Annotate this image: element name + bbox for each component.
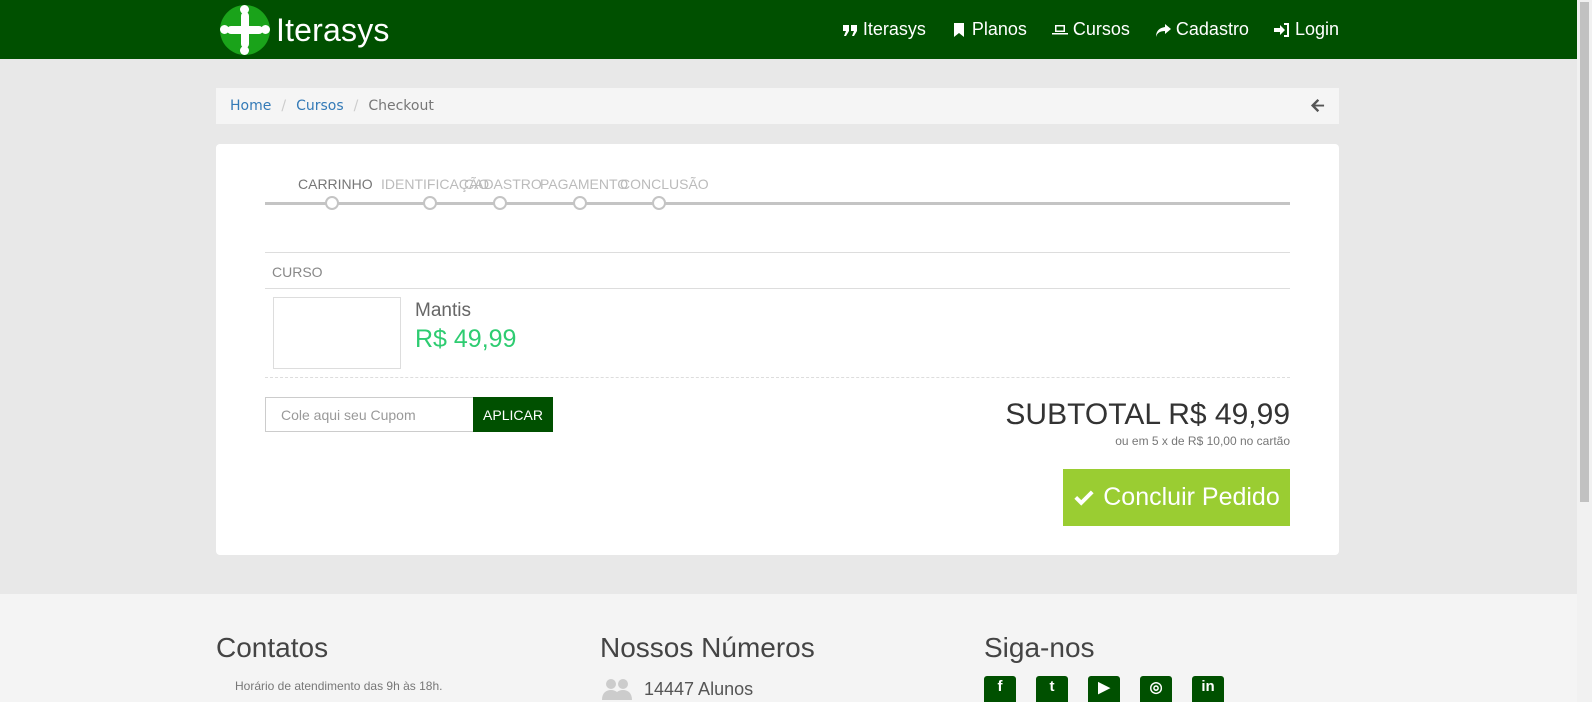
bookmark-icon <box>953 22 964 37</box>
step-dot-carrinho <box>325 196 339 210</box>
apply-coupon-button[interactable]: APLICAR <box>473 397 553 432</box>
footer: Contatos Horário de atendimento das 9h à… <box>0 594 1577 702</box>
brand-name: Iterasys <box>276 11 390 48</box>
breadcrumb-cursos[interactable]: Cursos <box>296 98 344 114</box>
twitter-icon[interactable]: t <box>1036 676 1068 702</box>
divider <box>265 252 1290 253</box>
iterasys-logo-icon <box>220 5 270 55</box>
users-icon <box>602 679 632 700</box>
coupon-input[interactable] <box>265 397 474 432</box>
course-price: R$ 49,99 <box>415 325 517 353</box>
check-icon <box>1074 489 1094 506</box>
share-icon <box>1155 23 1171 37</box>
facebook-icon[interactable]: f <box>984 676 1016 702</box>
breadcrumb-current: Checkout <box>368 98 434 114</box>
course-name[interactable]: Mantis <box>415 300 471 322</box>
step-carrinho: CARRINHO <box>298 176 373 192</box>
footer-numbers-title: Nossos Números <box>600 632 815 663</box>
installments-text: ou em 5 x de R$ 10,00 no cartão <box>1115 434 1290 448</box>
step-conclusao: CONCLUSÃO <box>620 176 709 192</box>
quote-icon <box>842 24 857 36</box>
nav-link-planos[interactable]: Planos <box>951 19 1027 40</box>
nav-link-cadastro[interactable]: Cadastro <box>1155 19 1249 40</box>
footer-contacts-hours: Horário de atendimento das 9h às 18h. <box>235 679 443 693</box>
students-count: 14447 Alunos <box>644 678 754 699</box>
conclude-order-button[interactable]: Concluir Pedido <box>1063 469 1290 526</box>
brand-logo-link[interactable]: Iterasys <box>220 4 390 56</box>
breadcrumb: Home / Cursos / Checkout <box>216 88 1339 124</box>
step-dot-pagamento <box>573 196 587 210</box>
row-divider <box>265 377 1290 378</box>
step-dot-identificacao <box>423 196 437 210</box>
step-dot-conclusao <box>652 196 666 210</box>
laptop-icon <box>1051 24 1068 34</box>
footer-students-stat: 14447 Alunos <box>600 678 753 700</box>
step-dot-cadastro <box>493 196 507 210</box>
subtotal: SUBTOTAL R$ 49,99 <box>1005 398 1290 431</box>
nav-link-iterasys[interactable]: Iterasys <box>842 19 926 40</box>
breadcrumb-separator: / <box>353 98 359 114</box>
step-pagamento: PAGAMENTO <box>540 176 629 192</box>
nav-links: Iterasys Planos Cursos Cadastro Login <box>842 0 1339 59</box>
instagram-icon[interactable]: ◎ <box>1140 676 1172 702</box>
step-cadastro: CADASTRO <box>464 176 542 192</box>
linkedin-icon[interactable]: in <box>1192 676 1224 702</box>
back-arrow-icon[interactable] <box>1310 98 1325 113</box>
footer-contacts-title: Contatos <box>216 632 329 663</box>
sign-in-icon <box>1273 22 1289 37</box>
course-thumbnail <box>273 297 401 369</box>
breadcrumb-home[interactable]: Home <box>230 98 271 114</box>
youtube-icon[interactable]: ▶ <box>1088 676 1120 702</box>
column-header-curso: CURSO <box>272 264 323 280</box>
divider <box>265 288 1290 289</box>
conclude-order-label: Concluir Pedido <box>1103 483 1280 511</box>
social-links: f t ▶ ◎ in <box>984 676 1224 702</box>
nav-link-login[interactable]: Login <box>1273 19 1339 40</box>
nav-link-cursos[interactable]: Cursos <box>1051 19 1130 40</box>
checkout-card: CARRINHO IDENTIFICAÇÃO CADASTRO PAGAMENT… <box>216 144 1339 555</box>
footer-social-title: Siga-nos <box>984 632 1095 663</box>
vertical-scrollbar[interactable] <box>1577 0 1592 702</box>
scrollbar-thumb[interactable] <box>1580 2 1589 502</box>
progress-track <box>265 202 1290 205</box>
breadcrumb-separator: / <box>281 98 287 114</box>
navbar: Iterasys Iterasys Planos Cursos Cadastro… <box>0 0 1577 59</box>
